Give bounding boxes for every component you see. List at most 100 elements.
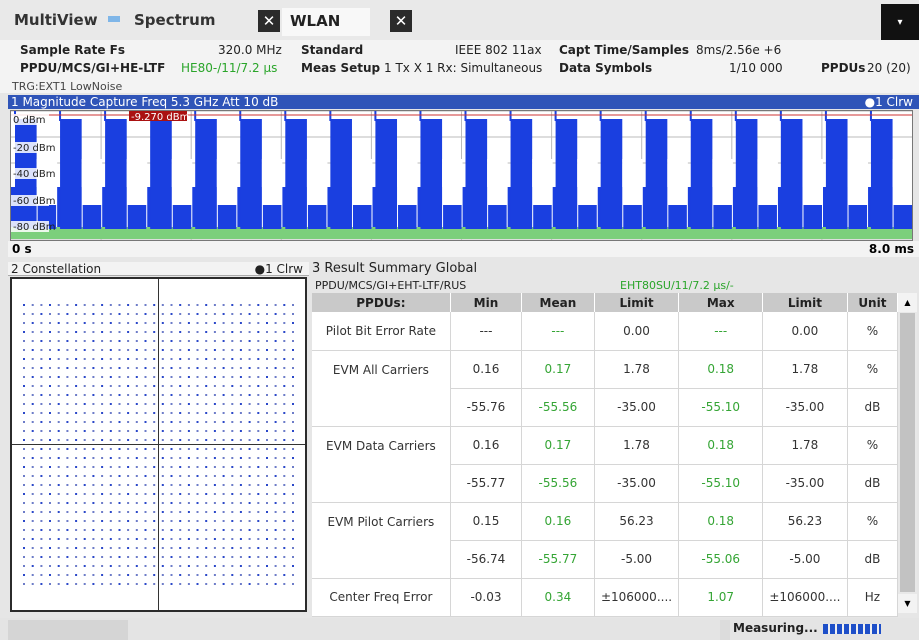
constellation-point xyxy=(83,574,86,576)
col-header-ppdus[interactable]: PPDUs: xyxy=(312,293,451,312)
constellation-point xyxy=(161,502,164,504)
constellation-point xyxy=(161,529,164,531)
tab-spectrum[interactable]: Spectrum xyxy=(134,6,215,34)
constellation-point xyxy=(196,475,199,477)
constellation-point xyxy=(179,403,182,405)
col-header-min[interactable]: Min xyxy=(450,293,523,312)
constellation-point xyxy=(101,304,104,306)
table-header-row: PPDUs: Min Mean Limit Max Limit Unit xyxy=(312,293,899,312)
table-row[interactable]: Pilot Bit Error Rate --- --- 0.00 --- 0.00% xyxy=(312,312,899,351)
constellation-points-svg xyxy=(12,279,305,610)
constellation-point xyxy=(135,448,138,450)
constellation-point xyxy=(83,520,86,522)
result-summary-title[interactable]: 3 Result Summary Global xyxy=(312,262,917,276)
sample-rate-value: 320.0 MHz xyxy=(218,43,282,57)
constellation-point xyxy=(57,529,60,531)
mag-gap-trace-18 xyxy=(848,205,868,229)
constellation-point xyxy=(40,484,43,486)
mag-gap-trace-5 xyxy=(262,205,282,229)
constellation-point xyxy=(205,493,208,495)
constellation-point xyxy=(266,448,268,450)
col-header-unit[interactable]: Unit xyxy=(847,293,899,312)
constellation-point xyxy=(57,475,60,477)
result-summary-scrollbar[interactable]: ▲ ▼ xyxy=(898,293,917,613)
tab-wlan[interactable]: WLAN xyxy=(282,8,370,36)
mag-burst-17 xyxy=(780,119,803,229)
constellation-point xyxy=(161,304,164,306)
table-row[interactable]: -56.74 -55.77 -5.00 -55.06 -5.00 dB xyxy=(312,540,899,579)
table-row[interactable]: EVM Data Carriers 0.16 0.17 1.78 0.18 1.78% xyxy=(312,426,899,465)
overflow-menu-icon[interactable]: ▾ xyxy=(881,4,919,40)
constellation-point xyxy=(283,376,286,378)
constellation-point xyxy=(179,583,182,585)
constellation-point xyxy=(109,421,112,423)
constellation-point xyxy=(57,340,60,342)
cell-mean: 0.34 xyxy=(521,578,595,617)
constellation-point xyxy=(101,439,104,441)
mag-spike-10 xyxy=(464,111,467,121)
constellation-point xyxy=(92,574,95,576)
constellation-point xyxy=(118,322,121,324)
constellation-point xyxy=(135,538,138,540)
constellation-point xyxy=(101,583,104,585)
constellation-point xyxy=(92,475,95,477)
cell-limit-2: ±106000.... xyxy=(762,578,848,617)
col-header-max[interactable]: Max xyxy=(678,293,764,312)
scroll-thumb[interactable] xyxy=(900,313,915,592)
constellation-point xyxy=(274,502,277,504)
constellation-point xyxy=(57,367,60,369)
magnitude-capture-title-bar[interactable]: 1 Magnitude Capture Freq 5.3 GHz Att 10 … xyxy=(8,95,919,109)
constellation-point xyxy=(187,367,190,369)
close-spectrum-tab-icon[interactable]: ✕ xyxy=(258,10,280,32)
trigger-info: TRG:EXT1 LowNoise xyxy=(12,80,123,93)
constellation-point xyxy=(31,331,34,333)
constellation-point xyxy=(23,520,25,522)
constellation-point xyxy=(40,466,43,468)
constellation-point xyxy=(257,556,260,558)
constellation-point xyxy=(292,322,294,324)
table-row[interactable]: EVM Pilot Carriers 0.15 0.16 56.23 0.18 56.23… xyxy=(312,502,899,541)
close-wlan-tab-icon[interactable]: ✕ xyxy=(390,10,412,32)
constellation-plot[interactable] xyxy=(10,277,307,612)
constellation-point xyxy=(57,331,60,333)
constellation-point xyxy=(101,448,104,450)
table-row[interactable]: -55.77 -55.56 -35.00 -55.10 -35.00 dB xyxy=(312,464,899,503)
constellation-point xyxy=(292,340,294,342)
constellation-point xyxy=(239,493,242,495)
constellation-point xyxy=(205,385,208,387)
mag-spike-19 xyxy=(869,111,872,121)
col-header-limit-2[interactable]: Limit xyxy=(762,293,848,312)
constellation-point xyxy=(283,430,286,432)
magnitude-x-stop: 8.0 ms xyxy=(868,242,914,256)
table-row[interactable]: Center Freq Error -0.03 0.34 ±106000.... 1.0… xyxy=(312,578,899,617)
constellation-title-bar[interactable]: 2 Constellation ●1 Clrw xyxy=(8,262,309,276)
table-row[interactable]: -55.76 -55.56 -35.00 -55.10 -35.00 dB xyxy=(312,388,899,427)
table-row[interactable]: EVM All Carriers 0.16 0.17 1.78 0.18 1.78% xyxy=(312,350,899,389)
name: EVM Data Carriers xyxy=(312,426,451,464)
tab-multiview[interactable]: MultiView xyxy=(14,6,98,34)
constellation-trace-label: ●1 Clrw xyxy=(254,262,303,276)
constellation-point xyxy=(49,340,51,342)
constellation-point xyxy=(231,583,234,585)
constellation-point xyxy=(213,340,216,342)
scroll-up-icon[interactable]: ▲ xyxy=(898,293,917,312)
col-header-limit[interactable]: Limit xyxy=(594,293,680,312)
cell-limit: -5.00 xyxy=(594,540,680,579)
constellation-point xyxy=(66,376,69,378)
constellation-point xyxy=(274,394,277,396)
constellation-point xyxy=(266,493,268,495)
col-header-mean[interactable]: Mean xyxy=(521,293,595,312)
constellation-point xyxy=(283,322,286,324)
constellation-point xyxy=(274,466,277,468)
constellation-point xyxy=(109,448,112,450)
constellation-point xyxy=(118,313,121,315)
constellation-point xyxy=(179,502,182,504)
mag-marker-label: -9.270 dBm xyxy=(131,112,189,123)
magnitude-capture-plot[interactable]: -9.270 dBm 0 dBm -20 dBm -40 dBm -60 dBm -80 … xyxy=(10,110,913,241)
constellation-point xyxy=(222,502,225,504)
constellation-point xyxy=(31,457,34,459)
constellation-point xyxy=(109,529,112,531)
constellation-point xyxy=(144,394,147,396)
constellation-point xyxy=(205,358,208,360)
scroll-down-icon[interactable]: ▼ xyxy=(898,594,917,613)
